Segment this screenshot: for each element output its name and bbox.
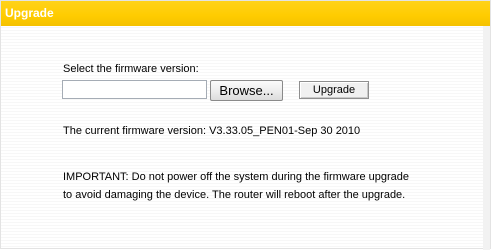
panel-side-strip [483,26,490,250]
important-notice: IMPORTANT: Do not power off the system d… [63,168,483,204]
panel-title: Upgrade [5,6,54,20]
firmware-file-input[interactable] [62,80,207,99]
select-firmware-label: Select the firmware version: [63,63,199,75]
upgrade-panel: Upgrade Select the firmware version: Bro… [0,0,491,250]
panel-titlebar: Upgrade [1,1,490,26]
upgrade-button[interactable]: Upgrade [299,81,369,99]
current-firmware-version: The current firmware version: V3.33.05_P… [63,125,361,137]
important-notice-line-1: IMPORTANT: Do not power off the system d… [63,171,410,183]
browse-button[interactable]: Browse... [210,80,283,101]
important-notice-line-2: to avoid damaging the device. The router… [63,189,406,201]
